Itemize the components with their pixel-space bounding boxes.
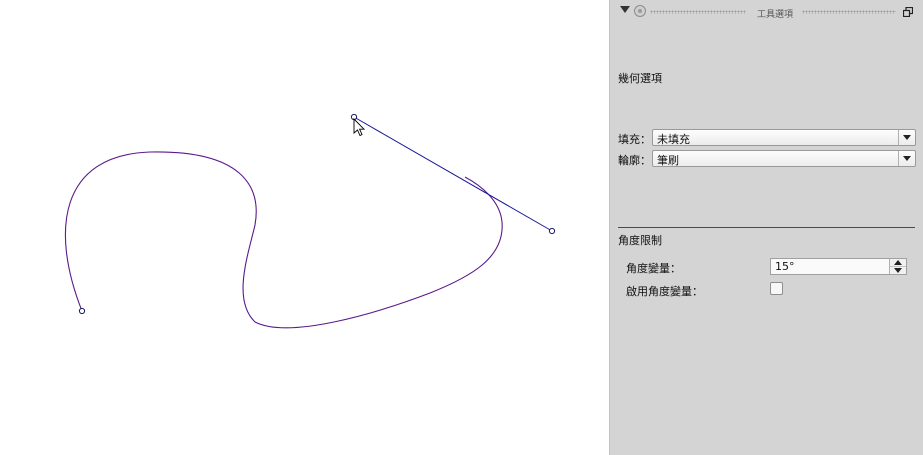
fill-label: 填充：	[618, 133, 651, 146]
spin-down-icon[interactable]	[889, 267, 906, 274]
stroke-label: 輪廓：	[618, 154, 651, 167]
stroke-select[interactable]: 筆刷	[652, 150, 916, 167]
chevron-down-icon[interactable]	[898, 151, 915, 166]
anchor-point-start[interactable]	[78, 307, 86, 315]
drag-grip[interactable]	[802, 10, 896, 14]
drawing-canvas[interactable]	[0, 0, 609, 455]
fill-select-value: 未填充	[657, 133, 690, 146]
enable-angle-checkbox[interactable]	[770, 282, 783, 295]
angle-step-value: 15°	[775, 260, 795, 273]
canvas-drawing	[64, 113, 556, 329]
angle-limit-title: 角度限制	[618, 234, 662, 247]
panel-titlebar[interactable]: 工具選項	[610, 0, 923, 24]
float-window-icon[interactable]	[903, 7, 913, 17]
geometry-options-title: 幾何選項	[618, 72, 662, 85]
enable-angle-label: 啟用角度變量：	[626, 285, 703, 298]
tool-options-panel: 工具選項 幾何選項 填充： 未填充 輪廓： 筆刷 角度限制 角度變量： 15° …	[609, 0, 923, 455]
panel-title: 工具選項	[756, 10, 793, 20]
control-handle-line	[353, 116, 553, 232]
angle-step-spinner[interactable]: 15°	[770, 258, 907, 275]
angle-step-label: 角度變量：	[626, 262, 681, 275]
bezier-curve[interactable]	[64, 151, 503, 329]
drag-grip[interactable]	[650, 10, 746, 14]
section-divider	[618, 227, 915, 228]
pin-icon[interactable]	[634, 5, 646, 17]
spin-up-icon[interactable]	[889, 259, 906, 267]
control-point-end[interactable]	[548, 227, 556, 235]
fill-select[interactable]: 未填充	[652, 129, 916, 146]
stroke-select-value: 筆刷	[657, 154, 679, 167]
triangle-down-icon[interactable]	[620, 6, 630, 13]
chevron-down-icon[interactable]	[898, 130, 915, 145]
